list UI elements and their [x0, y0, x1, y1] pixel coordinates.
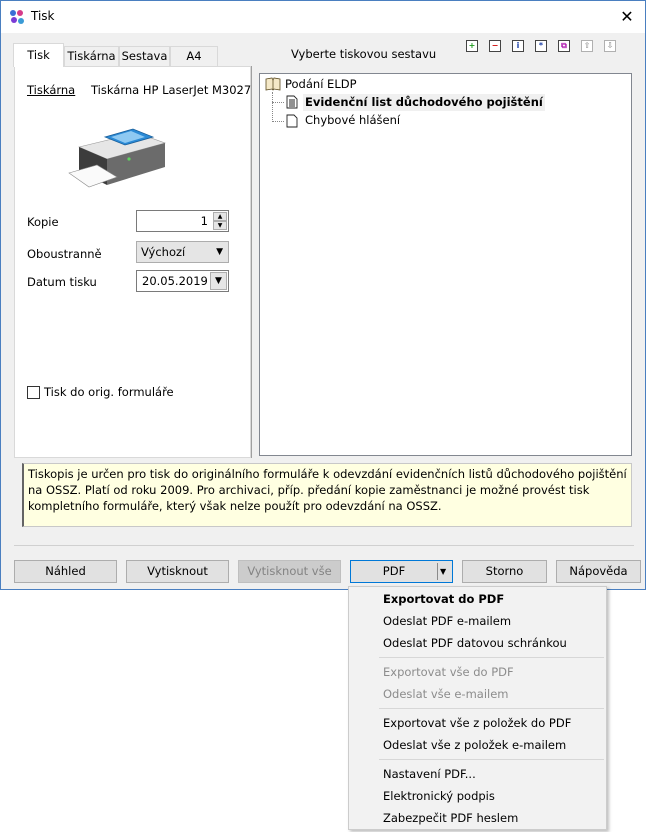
menu-item-export-all-pdf[interactable]: Exportovat vše do PDF — [383, 661, 514, 683]
cancel-button[interactable]: Storno — [462, 560, 547, 583]
title-bar[interactable]: Tisk ✕ — [1, 1, 645, 33]
copies-stepper[interactable]: 1 ▲ ▼ — [136, 210, 229, 232]
pdf-button-label[interactable]: PDF — [351, 561, 437, 582]
dropdown-arrow-icon[interactable]: ▼ — [440, 561, 446, 582]
spin-down-icon[interactable]: ▼ — [213, 221, 227, 230]
pdf-split-button[interactable]: PDF ▼ — [350, 560, 453, 583]
menu-item-export-items-pdf[interactable]: Exportovat vše z položek do PDF — [383, 712, 571, 734]
document-icon — [286, 114, 298, 128]
tree-item-eldp[interactable]: Evidenční list důchodového pojištění — [303, 94, 545, 111]
star-icon[interactable]: * — [535, 40, 547, 52]
printer-name: Tiskárna HP LaserJet M3027 — [91, 83, 252, 97]
app-icon — [10, 10, 24, 24]
menu-item-pdf-settings[interactable]: Nastavení PDF... — [383, 763, 476, 785]
info-text: Tiskopis je určen pro tisk do originální… — [22, 463, 632, 527]
print-date-field[interactable]: 20.05.2019 ▼ — [136, 270, 229, 292]
preview-button[interactable]: Náhled — [14, 560, 117, 583]
tree-item-error-report[interactable]: Chybové hlášení — [305, 113, 400, 127]
tree-line — [272, 121, 284, 123]
menu-item-export-pdf[interactable]: Exportovat do PDF — [383, 588, 504, 610]
calendar-dropdown-icon[interactable]: ▼ — [210, 272, 227, 290]
tab-tiskarna[interactable]: Tiskárna — [64, 46, 119, 66]
printer-link[interactable]: Tiskárna — [27, 83, 75, 97]
tab-sestava[interactable]: Sestava — [119, 46, 170, 66]
tree-line — [272, 102, 284, 104]
tree-line — [272, 92, 274, 122]
split-divider — [437, 563, 438, 580]
tab-tisk[interactable]: Tisk — [13, 43, 64, 67]
move-up-icon[interactable]: ⇧ — [581, 40, 593, 52]
menu-separator — [379, 759, 604, 760]
splitter[interactable] — [251, 66, 252, 458]
orig-form-checkbox[interactable] — [27, 386, 40, 399]
print-date-label: Datum tisku — [27, 275, 97, 289]
document-icon — [286, 95, 298, 109]
menu-separator — [379, 657, 604, 658]
orig-form-label: Tisk do orig. formuláře — [44, 385, 174, 399]
move-down-icon[interactable]: ⇩ — [604, 40, 616, 52]
tab-panel: Tiskárna Tiskárna HP LaserJet M3027 Kopi… — [14, 66, 251, 458]
spin-up-icon[interactable]: ▲ — [213, 212, 227, 221]
print-date-value: 20.05.2019 — [142, 274, 208, 288]
copy-icon[interactable]: ⧉ — [558, 40, 570, 52]
menu-item-email-pdf[interactable]: Odeslat PDF e-mailem — [383, 610, 511, 632]
chevron-down-icon: ▼ — [216, 247, 223, 257]
info-icon[interactable]: i — [512, 40, 524, 52]
menu-item-password-protect[interactable]: Zabezpečit PDF heslem — [383, 807, 518, 829]
pdf-dropdown-menu: Exportovat do PDF Odeslat PDF e-mailem O… — [348, 586, 607, 830]
duplex-select[interactable]: Výchozí ▼ — [136, 241, 229, 263]
add-icon[interactable]: + — [466, 40, 478, 52]
report-header: Vyberte tiskovou sestavu — [291, 47, 437, 61]
print-dialog: Tisk ✕ Tisk Tiskárna Sestava A4 Tiskárna… — [0, 0, 646, 590]
tab-a4[interactable]: A4 — [170, 46, 218, 66]
help-button[interactable]: Nápověda — [556, 560, 641, 583]
print-button[interactable]: Vytisknout — [126, 560, 229, 583]
close-icon[interactable]: ✕ — [613, 3, 641, 31]
book-icon — [265, 77, 281, 91]
print-all-button[interactable]: Vytisknout vše — [238, 560, 341, 583]
report-tree[interactable]: Podání ELDP Evidenční list důchodového p… — [259, 73, 632, 456]
printer-icon — [68, 128, 166, 188]
tree-root[interactable]: Podání ELDP — [285, 77, 357, 91]
divider — [14, 545, 634, 546]
menu-separator — [379, 708, 604, 709]
copies-value: 1 — [200, 214, 208, 228]
menu-item-e-signature[interactable]: Elektronický podpis — [383, 785, 495, 807]
duplex-value: Výchozí — [141, 245, 186, 259]
menu-item-databox-pdf[interactable]: Odeslat PDF datovou schránkou — [383, 632, 567, 654]
copies-label: Kopie — [27, 215, 59, 229]
remove-icon[interactable]: − — [489, 40, 501, 52]
window-title: Tisk — [31, 9, 55, 23]
duplex-label: Oboustranně — [27, 247, 102, 261]
menu-item-email-items[interactable]: Odeslat vše z položek e-mailem — [383, 734, 566, 756]
menu-item-email-all[interactable]: Odeslat vše e-mailem — [383, 683, 509, 705]
